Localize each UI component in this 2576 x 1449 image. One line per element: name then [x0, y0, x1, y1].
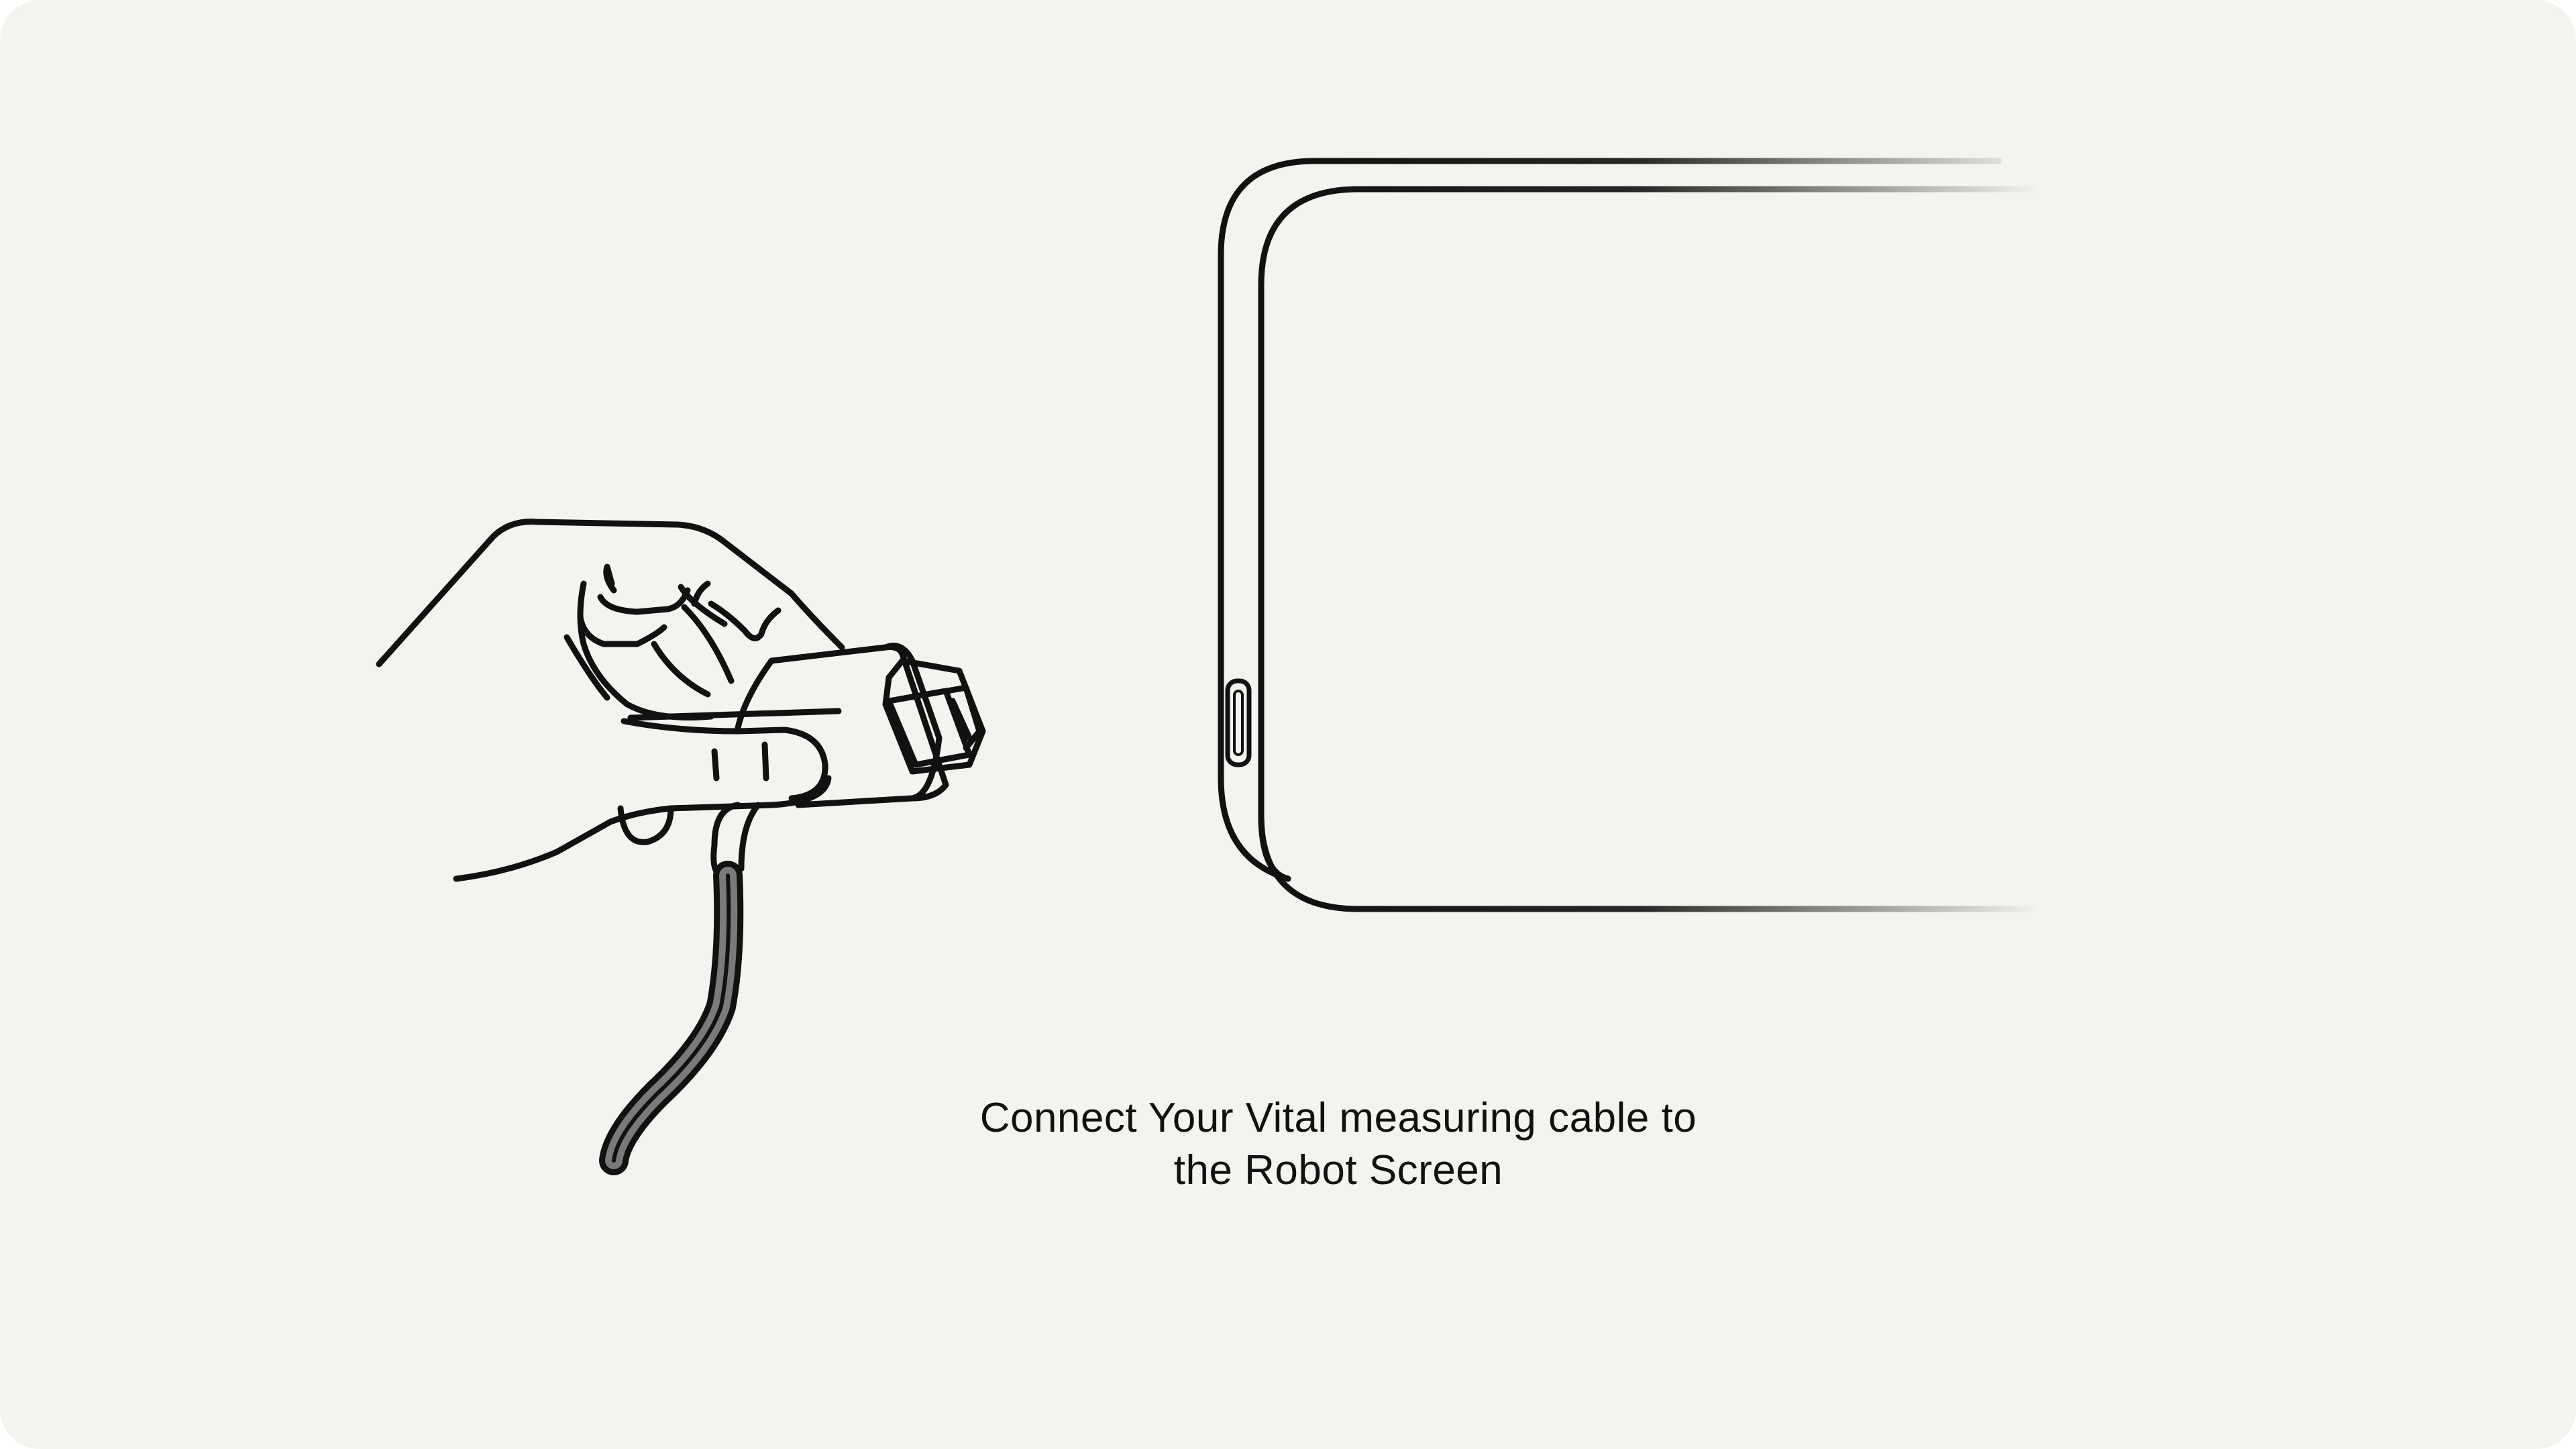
plug-connector-icon	[735, 643, 986, 808]
instruction-screen: Connect Your Vital measuring cable to th…	[0, 0, 2576, 1449]
instruction-text: Connect Your Vital measuring cable to th…	[865, 1092, 1811, 1197]
usb-port-icon	[1225, 678, 1252, 767]
robot-screen-icon	[1218, 158, 2036, 912]
connect-cable-illustration	[376, 158, 2036, 1175]
instruction-line-1: Connect Your Vital measuring cable to	[979, 1095, 1697, 1141]
hand-holding-plug-icon	[376, 519, 845, 882]
cable-icon	[599, 802, 761, 1175]
instruction-line-2: the Robot Screen	[1173, 1147, 1503, 1193]
